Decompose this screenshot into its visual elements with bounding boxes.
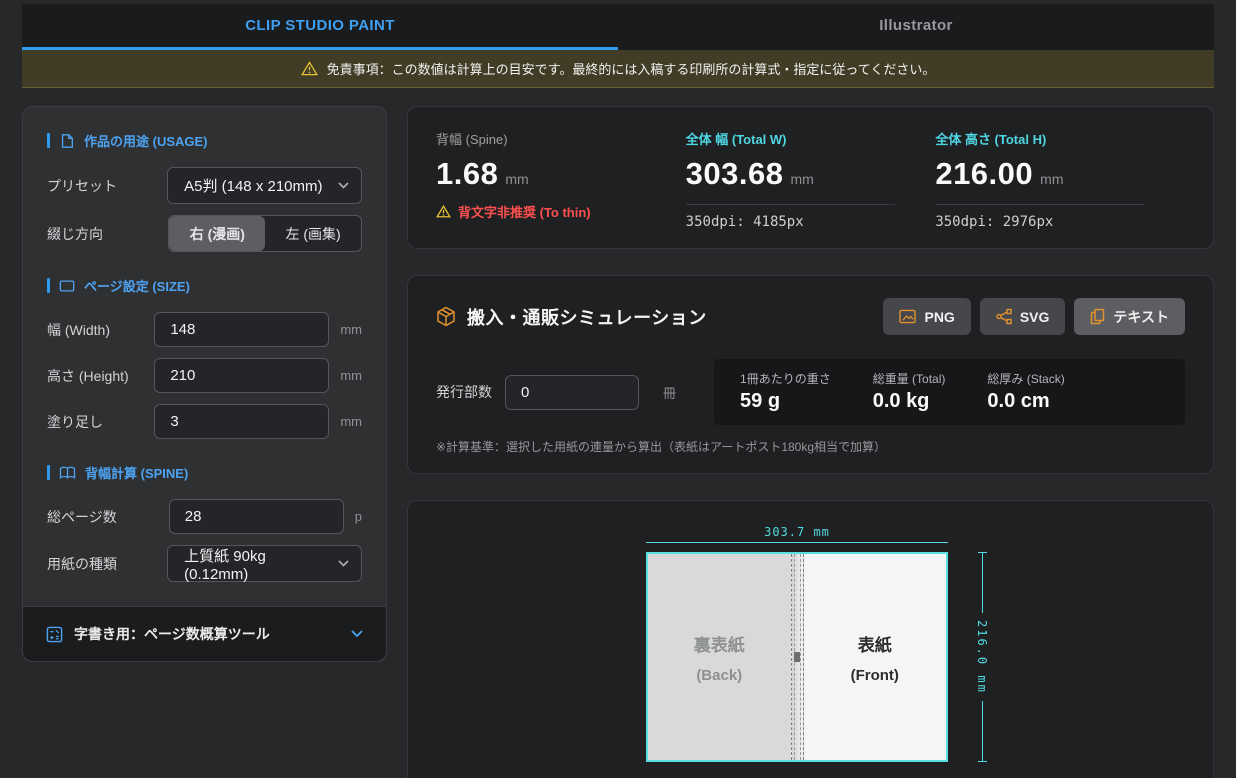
calculator-icon xyxy=(46,626,63,643)
warning-triangle-icon xyxy=(301,61,318,76)
warning-triangle-icon xyxy=(436,205,451,218)
bleed-input[interactable] xyxy=(154,404,329,439)
document-icon xyxy=(59,133,75,149)
paper-label: 用紙の種類 xyxy=(47,554,167,574)
frame-icon xyxy=(59,279,75,293)
stat-total-weight: 総重量 (Total) 0.0 kg xyxy=(873,370,946,413)
front-cover-subtitle: (Front) xyxy=(851,667,899,684)
section-usage: 作品の用途 (USAGE) プリセット A5判 (148 x 210mm) 綴じ… xyxy=(47,131,362,252)
paper-select[interactable]: 上質紙 90kg (0.12mm) xyxy=(167,545,362,582)
disclaimer-text: 免責事項：この数値は計算上の目安です。最終的には入稿する印刷所の計算式・指定に従… xyxy=(327,59,936,78)
image-icon xyxy=(899,309,916,324)
chevron-down-icon xyxy=(338,560,349,567)
spine-result: 背幅 (Spine) 1.68 mm 背文字非推奨 (To thin) xyxy=(436,129,686,230)
results-column: 背幅 (Spine) 1.68 mm 背文字非推奨 (To thin) 全体 幅… xyxy=(407,106,1214,778)
header: CLIP STUDIO PAINT Illustrator 免責事項：この数値は… xyxy=(0,0,1236,88)
height-label: 高さ (Height) xyxy=(47,366,154,386)
copy-icon xyxy=(1090,308,1105,325)
preset-select[interactable]: A5判 (148 x 210mm) xyxy=(167,167,362,204)
total-height-value: 216.00 xyxy=(935,156,1033,192)
disclaimer-banner: 免責事項：この数値は計算上の目安です。最終的には入稿する印刷所の計算式・指定に従… xyxy=(22,50,1214,88)
binding-left-button[interactable]: 左 (画集) xyxy=(265,216,361,251)
pages-unit: p xyxy=(355,509,362,524)
book-icon xyxy=(59,466,76,480)
settings-sidebar: 作品の用途 (USAGE) プリセット A5判 (148 x 210mm) 綴じ… xyxy=(22,106,387,662)
total-height-label: 全体 高さ (Total H) xyxy=(935,129,1185,148)
back-cover: 裏表紙 (Back) xyxy=(648,554,791,760)
stat-weight: 1冊あたりの重さ 59 g xyxy=(740,370,831,413)
section-spine-title: 背幅計算 (SPINE) xyxy=(47,463,362,482)
total-height-result: 全体 高さ (Total H) 216.00 mm 350dpi: 2976px xyxy=(935,129,1185,230)
height-dimension: 216.0 mm xyxy=(977,552,987,762)
tab-illustrator[interactable]: Illustrator xyxy=(618,4,1214,50)
front-cover-title: 表紙 xyxy=(851,631,899,656)
results-panel: 背幅 (Spine) 1.68 mm 背文字非推奨 (To thin) 全体 幅… xyxy=(407,106,1214,249)
cube-icon xyxy=(436,306,456,327)
total-width-result: 全体 幅 (Total W) 303.68 mm 350dpi: 4185px xyxy=(686,129,936,230)
dimension-line xyxy=(646,542,948,543)
copies-input[interactable] xyxy=(505,375,639,410)
width-dimension: 303.7 mm xyxy=(646,525,948,543)
copies-unit: 冊 xyxy=(663,383,676,402)
calculation-note: ※計算基準：選択した用紙の連量から算出（表紙はアートポスト180kg相当で加算） xyxy=(436,438,1185,455)
section-usage-title: 作品の用途 (USAGE) xyxy=(47,131,362,150)
spine-area xyxy=(791,554,804,760)
total-width-dpi: 350dpi: 4185px xyxy=(686,214,936,230)
total-width-value: 303.68 xyxy=(686,156,784,192)
section-size-title: ページ設定 (SIZE) xyxy=(47,276,362,295)
divider xyxy=(686,204,896,205)
cover-preview-panel: 303.7 mm 裏表紙 (Back) 表紙 (Front) xyxy=(407,500,1214,778)
section-spine: 背幅計算 (SPINE) 総ページ数 p 用紙の種類 上質紙 90kg (0.1… xyxy=(47,463,362,582)
width-label: 幅 (Width) xyxy=(47,320,154,340)
vector-nodes-icon xyxy=(996,308,1012,325)
chevron-down-icon xyxy=(351,630,363,638)
stat-stack: 総厚み (Stack) 0.0 cm xyxy=(987,370,1064,413)
dimension-tick xyxy=(978,761,987,762)
spine-mark xyxy=(794,652,800,662)
pages-input[interactable] xyxy=(169,499,344,534)
spine-warning: 背文字非推奨 (To thin) xyxy=(436,202,686,221)
pages-label: 総ページ数 xyxy=(47,507,169,527)
bleed-label: 塗り足し xyxy=(47,412,154,432)
binding-toggle: 右 (漫画) 左 (画集) xyxy=(168,215,362,252)
divider xyxy=(935,204,1145,205)
height-unit: mm xyxy=(340,368,362,383)
spine-result-label: 背幅 (Spine) xyxy=(436,129,686,148)
width-input[interactable] xyxy=(154,312,329,347)
main-content: 作品の用途 (USAGE) プリセット A5判 (148 x 210mm) 綴じ… xyxy=(0,88,1236,778)
text-export-button[interactable]: テキスト xyxy=(1074,298,1185,335)
back-cover-subtitle: (Back) xyxy=(694,667,745,684)
dimension-line xyxy=(982,553,983,613)
png-export-button[interactable]: PNG xyxy=(883,298,970,335)
simulation-title: 搬入・通販シミュレーション xyxy=(467,304,707,330)
page-count-tool-label: 字書き用：ページ数概算ツール xyxy=(74,624,340,644)
section-accent-bar xyxy=(47,465,50,480)
total-height-dpi: 350dpi: 2976px xyxy=(935,214,1185,230)
binding-label: 綴じ方向 xyxy=(47,224,168,244)
copies-label: 発行部数 xyxy=(436,382,492,402)
height-dimension-label: 216.0 mm xyxy=(975,613,989,701)
front-cover: 表紙 (Front) xyxy=(804,554,947,760)
svg-export-button[interactable]: SVG xyxy=(980,298,1066,335)
chevron-down-icon xyxy=(338,182,349,189)
width-unit: mm xyxy=(340,322,362,337)
section-accent-bar xyxy=(47,278,50,293)
section-size: ページ設定 (SIZE) 幅 (Width) mm 高さ (Height) mm… xyxy=(47,276,362,439)
simulation-stats: 1冊あたりの重さ 59 g 総重量 (Total) 0.0 kg 総厚み (St… xyxy=(714,359,1185,425)
total-width-label: 全体 幅 (Total W) xyxy=(686,129,936,148)
simulation-panel: 搬入・通販シミュレーション PNG SVG xyxy=(407,275,1214,474)
width-dimension-label: 303.7 mm xyxy=(646,525,948,539)
bleed-unit: mm xyxy=(340,414,362,429)
binding-right-button[interactable]: 右 (漫画) xyxy=(169,216,265,251)
dimension-line xyxy=(982,701,983,761)
spine-result-value: 1.68 xyxy=(436,156,498,192)
tab-bar: CLIP STUDIO PAINT Illustrator xyxy=(22,4,1214,50)
book-cover-preview: 裏表紙 (Back) 表紙 (Front) xyxy=(646,552,948,762)
tab-clip-studio-paint[interactable]: CLIP STUDIO PAINT xyxy=(22,4,618,50)
height-input[interactable] xyxy=(154,358,329,393)
section-accent-bar xyxy=(47,133,50,148)
preset-label: プリセット xyxy=(47,176,167,196)
back-cover-title: 裏表紙 xyxy=(694,631,745,656)
page-count-tool-expander[interactable]: 字書き用：ページ数概算ツール xyxy=(23,606,386,661)
